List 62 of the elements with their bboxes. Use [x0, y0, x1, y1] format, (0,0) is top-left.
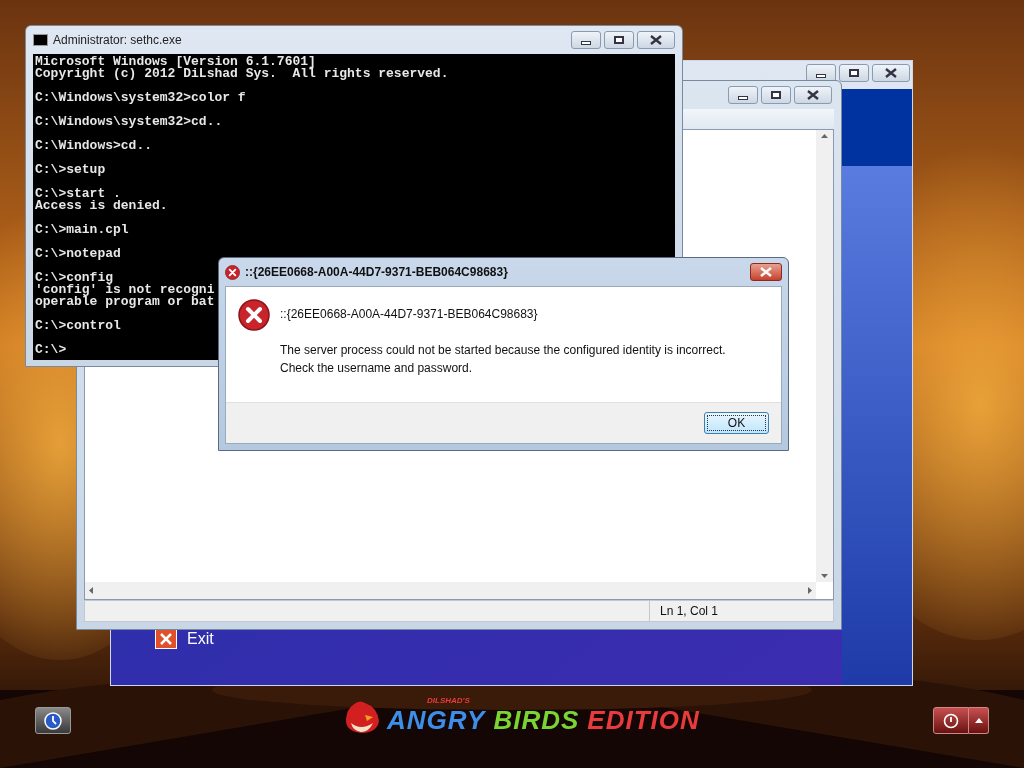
- dialog-title: ::{26EE0668-A00A-44D7-9371-BEB064C98683}: [245, 264, 509, 281]
- shutdown-options-button[interactable]: [969, 707, 989, 734]
- caret-icon: [974, 718, 983, 723]
- console-line: C:\Windows\system32>color f: [35, 92, 246, 104]
- close-icon: [807, 90, 819, 100]
- up-arrow-icon[interactable]: [821, 134, 828, 138]
- power-icon: [943, 712, 959, 729]
- right-arrow-icon[interactable]: [808, 587, 812, 594]
- console-line: Access is denied.: [35, 200, 168, 212]
- ok-button[interactable]: OK: [704, 412, 769, 434]
- close-icon: [155, 629, 177, 649]
- console-line: C:\>notepad: [35, 248, 121, 260]
- close-icon: [885, 68, 897, 78]
- error-heading: ::{26EE0668-A00A-44D7-9371-BEB064C98683}: [280, 306, 539, 323]
- close-icon: [650, 35, 662, 45]
- horizontal-scrollbar[interactable]: [85, 582, 816, 599]
- minimize-icon: [738, 95, 748, 100]
- maximize-icon: [614, 36, 624, 44]
- logo-icon: [343, 699, 381, 735]
- console-line: C:\Windows>cd..: [35, 140, 153, 152]
- minimize-icon: [816, 73, 826, 78]
- console-line: Copyright (c) 2012 DiLshad Sys. All rights reserved.: [35, 68, 449, 80]
- minimize-icon: [581, 40, 591, 45]
- maximize-button[interactable]: [604, 31, 634, 49]
- ease-of-access-button[interactable]: [35, 707, 71, 734]
- maximize-button[interactable]: [761, 86, 791, 104]
- console-icon: [33, 34, 48, 46]
- brand-word: BIRDS: [493, 705, 580, 735]
- close-icon: [760, 267, 772, 277]
- minimize-button[interactable]: [728, 86, 758, 104]
- brand-word: EDITION: [587, 705, 700, 735]
- error-message: The server process could not be started because the configured identity is incorrect.: [280, 342, 726, 359]
- error-message: Check the username and password.: [280, 360, 474, 377]
- close-button[interactable]: [750, 263, 782, 281]
- error-icon: [225, 264, 240, 280]
- minimize-button[interactable]: [571, 31, 601, 49]
- left-arrow-icon[interactable]: [89, 587, 93, 594]
- window-title: Administrator: sethc.exe: [53, 32, 183, 49]
- exit-menu-item[interactable]: Exit: [187, 627, 214, 651]
- console-line: C:\>main.cpl: [35, 224, 129, 236]
- console-line: C:\>config: [35, 272, 113, 284]
- console-line: 'config' is not recogni: [35, 284, 215, 296]
- error-icon: [238, 299, 270, 331]
- console-line: C:\>: [35, 344, 67, 356]
- console-line: C:\>setup: [35, 164, 106, 176]
- down-arrow-icon[interactable]: [821, 574, 828, 578]
- brand-byline: DILSHAD'S: [427, 697, 471, 705]
- shutdown-button[interactable]: [933, 707, 969, 734]
- console-line: Microsoft Windows [Version 6.1.7601]: [35, 56, 316, 68]
- console-line: C:\Windows\system32>cd..: [35, 116, 223, 128]
- brand-word: ANGRY: [387, 705, 486, 735]
- maximize-icon: [771, 91, 781, 99]
- close-button[interactable]: [794, 86, 832, 104]
- close-button[interactable]: [872, 64, 910, 82]
- vertical-scrollbar[interactable]: [816, 130, 833, 582]
- close-button[interactable]: [637, 31, 675, 49]
- console-line: operable program or bat: [35, 296, 215, 308]
- maximize-button[interactable]: [839, 64, 869, 82]
- console-line: C:\>start .: [35, 188, 121, 200]
- console-line: C:\>control: [35, 320, 121, 332]
- cursor-position: Ln 1, Col 1: [660, 603, 719, 620]
- maximize-icon: [849, 69, 859, 77]
